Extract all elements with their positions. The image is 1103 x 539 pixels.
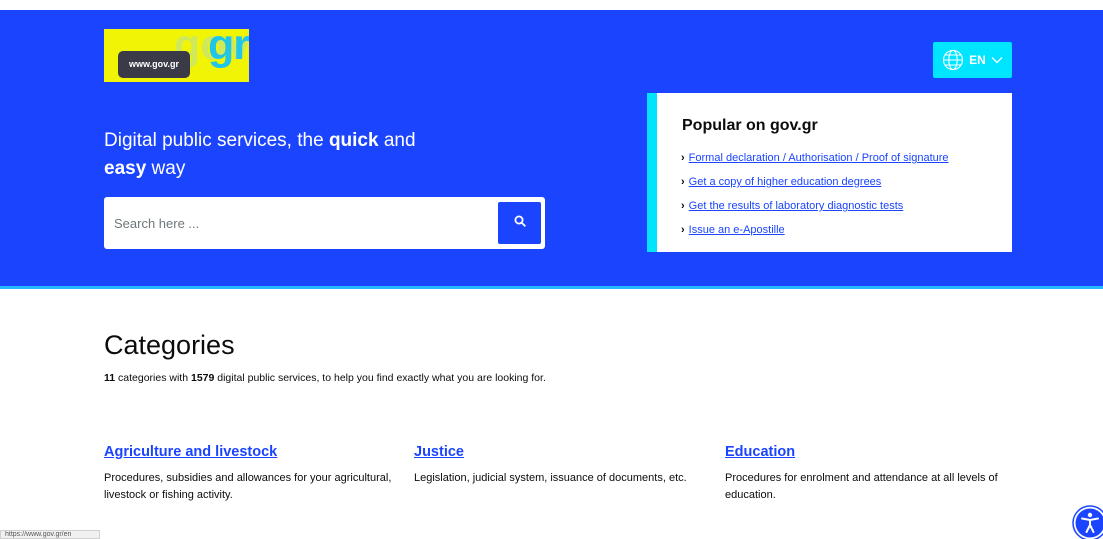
categories-text-1: categories with (115, 372, 191, 384)
categories-subtitle: 11 categories with 1579 digital public s… (104, 372, 546, 384)
tagline-text-1: Digital public services, the (104, 130, 329, 151)
status-bar-url: https://www.gov.gr/en (0, 530, 100, 539)
list-item: › Issue an e-Apostille (681, 222, 949, 246)
list-item: › Get a copy of higher education degrees (681, 174, 949, 198)
tagline-text-2: and (378, 130, 416, 151)
tagline-text-3: way (146, 158, 186, 179)
chevron-right-icon: › (681, 200, 685, 212)
category-card-education: Education Procedures for enrolment and a… (725, 444, 1020, 504)
search-box (104, 197, 545, 249)
categories-count: 11 (104, 372, 116, 384)
popular-link-education-degrees[interactable]: Get a copy of higher education degrees (689, 176, 882, 188)
category-description: Legislation, judicial system, issuance o… (414, 472, 687, 484)
search-button[interactable] (498, 202, 541, 244)
category-link-agriculture[interactable]: Agriculture and livestock (104, 444, 399, 460)
globe-icon (942, 49, 964, 71)
logo-text: gr (208, 29, 249, 69)
popular-panel: Popular on gov.gr › Formal declaration / … (647, 93, 1012, 252)
hero-bottom-border (0, 286, 1103, 289)
language-label: EN (969, 53, 986, 67)
tagline-bold-easy: easy (104, 158, 147, 179)
chevron-right-icon: › (681, 176, 685, 188)
categories-text-2: digital public services, to help you fin… (214, 372, 546, 384)
popular-link-e-apostille[interactable]: Issue an e-Apostille (689, 224, 785, 236)
chevron-down-icon (991, 56, 1003, 64)
language-selector-button[interactable]: EN (933, 42, 1012, 78)
popular-title: Popular on gov.gr (682, 117, 818, 134)
category-link-justice[interactable]: Justice (414, 444, 709, 460)
category-description: Procedures for enrolment and attendance … (725, 472, 998, 501)
search-input[interactable] (104, 197, 494, 249)
category-card-justice: Justice Legislation, judicial system, is… (414, 444, 709, 487)
category-card-agriculture: Agriculture and livestock Procedures, su… (104, 444, 399, 504)
accessibility-icon (1072, 505, 1103, 539)
chevron-right-icon: › (681, 224, 685, 236)
list-item: › Formal declaration / Authorisation / Pr… (681, 150, 949, 174)
tagline-bold-quick: quick (328, 130, 379, 151)
popular-link-lab-results[interactable]: Get the results of laboratory diagnostic… (689, 200, 904, 212)
popular-link-formal-declaration[interactable]: Formal declaration / Authorisation / Pro… (689, 152, 949, 164)
chevron-right-icon: › (681, 152, 685, 164)
categories-title: Categories (104, 330, 235, 360)
list-item: › Get the results of laboratory diagnosti… (681, 198, 949, 222)
services-count: 1579 (190, 372, 215, 384)
hero-tagline: Digital public services, the quick and e… (104, 127, 504, 183)
search-icon (514, 214, 526, 232)
logo-tooltip: www.gov.gr (118, 51, 190, 78)
accessibility-button[interactable] (1072, 505, 1103, 539)
category-link-education[interactable]: Education (725, 444, 1020, 460)
popular-list: › Formal declaration / Authorisation / Pr… (681, 150, 949, 246)
category-description: Procedures, subsidies and allowances for… (104, 472, 392, 501)
